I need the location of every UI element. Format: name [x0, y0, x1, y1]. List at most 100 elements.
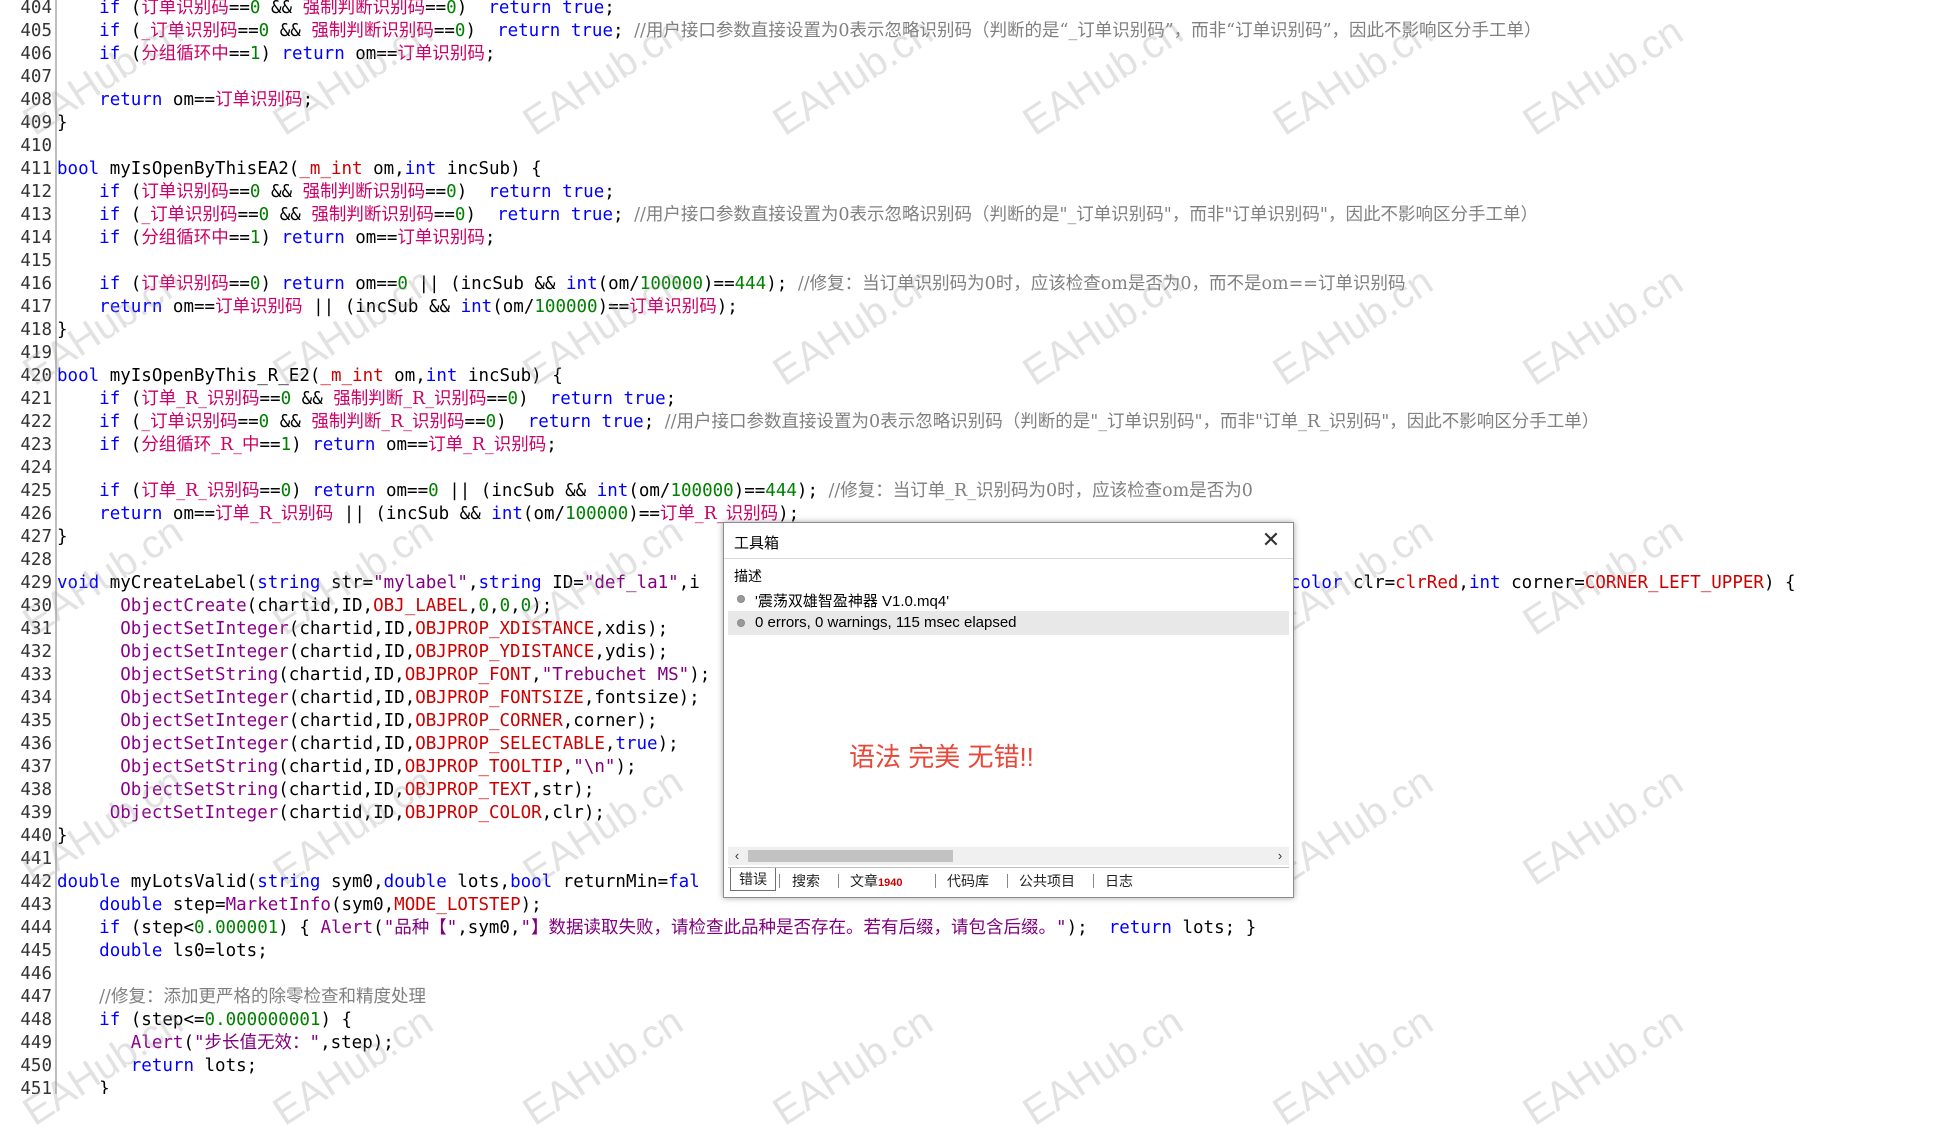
- line-number: 409: [20, 113, 52, 133]
- list-item[interactable]: '震荡双雄智盈神器 V1.0.mq4': [728, 587, 1289, 611]
- toolbox-window[interactable]: 工具箱 ✕ 描述 '震荡双雄智盈神器 V1.0.mq4' 0 errors, 0…: [723, 522, 1294, 898]
- code-token: true: [615, 734, 658, 754]
- tab-journal[interactable]: 日志: [1097, 871, 1141, 891]
- line-number: 436: [20, 734, 52, 754]
- line-number: 404: [20, 0, 52, 18]
- code-line[interactable]: 404 if (订单识别码==0 && 强制判断识别码==0) return t…: [0, 0, 1957, 20]
- code-token: )==: [597, 297, 630, 317]
- tab-divider: [779, 874, 780, 888]
- code-token: ;: [484, 228, 496, 248]
- line-number: 425: [20, 481, 52, 501]
- code-line[interactable]: 448 if (step<=0.000000001) {: [0, 1009, 1957, 1032]
- code-line[interactable]: 449 Alert("步长值无效：",step);: [0, 1032, 1957, 1055]
- code-token: (: [120, 44, 142, 64]
- close-icon[interactable]: ✕: [1259, 528, 1283, 552]
- code-line[interactable]: 408 return om==订单识别码;: [0, 89, 1957, 112]
- tab-codebase[interactable]: 代码库: [939, 871, 997, 891]
- list-item[interactable]: 0 errors, 0 warnings, 115 msec elapsed: [728, 611, 1289, 635]
- tab-public-projects[interactable]: 公共项目: [1011, 871, 1083, 891]
- code-line[interactable]: 407: [0, 66, 1957, 89]
- line-number: 444: [20, 918, 52, 938]
- code-line[interactable]: 410: [0, 135, 1957, 158]
- code-token: );: [615, 757, 637, 777]
- code-token: (chartid,ID,: [288, 619, 416, 639]
- horizontal-scrollbar[interactable]: ‹ ›: [728, 847, 1289, 865]
- code-line[interactable]: 451 }: [0, 1078, 1957, 1094]
- code-token: 分组循环中: [141, 44, 229, 64]
- code-line[interactable]: 420 bool myIsOpenByThis_R_E2(_m_int om,in…: [0, 365, 1957, 388]
- code-line[interactable]: 416 if (订单识别码==0) return om==0 || (incSu…: [0, 273, 1957, 296]
- code-token: return: [99, 90, 163, 110]
- code-line[interactable]: 411 bool myIsOpenByThisEA2(_m_int om,int …: [0, 158, 1957, 181]
- code-line[interactable]: 413 if (_订单识别码==0 && 强制判断识别码==0) return …: [0, 204, 1957, 227]
- line-number: 411: [20, 159, 52, 179]
- code-token: 订单_R_识别码: [141, 389, 260, 409]
- code-text: ObjectSetInteger(chartid,ID,OBJPROP_XDIS…: [57, 618, 668, 641]
- tab-divider: [1007, 874, 1008, 888]
- code-line[interactable]: 445 double ls0=lots;: [0, 940, 1957, 963]
- toolbox-titlebar[interactable]: 工具箱 ✕: [724, 523, 1293, 559]
- code-token: true: [562, 0, 605, 18]
- code-token: (: [120, 21, 142, 41]
- scroll-left-icon[interactable]: ‹: [728, 847, 746, 865]
- code-line[interactable]: 414 if (分组循环中==1) return om==订单识别码;: [0, 227, 1957, 250]
- code-token: }: [57, 826, 68, 846]
- code-token: ==: [228, 182, 250, 202]
- code-line[interactable]: 423 if (分组循环_R_中==1) return om==订单_R_识别码…: [0, 434, 1957, 457]
- compile-result-text: 0 errors, 0 warnings, 115 msec elapsed: [755, 614, 1017, 631]
- code-token: &&: [269, 412, 312, 432]
- line-number: 417: [20, 297, 52, 317]
- line-number: 443: [20, 895, 52, 915]
- scroll-right-icon[interactable]: ›: [1271, 847, 1289, 865]
- fold-margin: [55, 549, 57, 572]
- code-line[interactable]: 405 if (_订单识别码==0 && 强制判断识别码==0) return …: [0, 20, 1957, 43]
- code-line[interactable]: 444 if (step<0.000001) { Alert("品种【",sym…: [0, 917, 1957, 940]
- scrollbar-thumb[interactable]: [748, 850, 953, 862]
- code-line[interactable]: 422 if (_订单识别码==0 && 强制判断_R_识别码==0) retu…: [0, 411, 1957, 434]
- code-line[interactable]: 417 return om==订单识别码 || (incSub && int(o…: [0, 296, 1957, 319]
- description-column-header[interactable]: 描述: [728, 563, 1289, 585]
- line-number: 426: [20, 504, 52, 524]
- code-token: (om/: [628, 481, 671, 501]
- code-token: //用户接口参数直接设置为0表示忽略识别码（判断的是"_订单识别码"，而非"订单…: [664, 412, 1600, 432]
- code-token: (chartid,ID,: [278, 665, 405, 685]
- fold-margin: [55, 342, 57, 365]
- code-line[interactable]: 409}: [0, 112, 1957, 135]
- code-token: //修复：当订单_R_识别码为0时，应该检查om是否为0: [828, 481, 1253, 501]
- code-token: return: [281, 228, 345, 248]
- code-token: ): [465, 21, 498, 41]
- code-token: step=: [162, 895, 226, 915]
- code-line[interactable]: 412 if (订单识别码==0 && 强制判断识别码==0) return t…: [0, 181, 1957, 204]
- line-number: 448: [20, 1010, 52, 1030]
- tab-search[interactable]: 搜索: [784, 871, 828, 891]
- code-text: if (订单_R_识别码==0 && 强制判断_R_识别码==0) return…: [57, 388, 676, 411]
- code-text: }: [57, 526, 68, 549]
- code-line[interactable]: 447 //修复：添加更严格的除零检查和精度处理: [0, 986, 1957, 1009]
- code-text: if (分组循环_R_中==1) return om==订单_R_识别码;: [57, 434, 557, 457]
- code-token: if: [99, 274, 121, 294]
- code-token: "\n": [573, 757, 616, 777]
- tab-articles[interactable]: 文章1940: [842, 871, 910, 891]
- code-text: ObjectSetInteger(chartid,ID,OBJPROP_COLO…: [57, 802, 605, 825]
- code-token: str=: [320, 573, 374, 593]
- tab-errors[interactable]: 错误: [730, 868, 776, 891]
- code-text: }: [57, 319, 68, 342]
- code-token: ObjectCreate: [120, 596, 247, 616]
- code-token: om,: [362, 159, 405, 179]
- code-line[interactable]: 418}: [0, 319, 1957, 342]
- code-line[interactable]: 415: [0, 250, 1957, 273]
- code-line[interactable]: 424: [0, 457, 1957, 480]
- code-line[interactable]: 446: [0, 963, 1957, 986]
- code-line[interactable]: 425 if (订单_R_识别码==0) return om==0 || (in…: [0, 480, 1957, 503]
- code-token: &&: [269, 21, 312, 41]
- code-line[interactable]: 421 if (订单_R_识别码==0 && 强制判断_R_识别码==0) re…: [0, 388, 1957, 411]
- code-token: 0: [520, 596, 532, 616]
- code-line[interactable]: 419: [0, 342, 1957, 365]
- code-text: ObjectSetInteger(chartid,ID,OBJPROP_FONT…: [57, 687, 700, 710]
- code-line[interactable]: 450 return lots;: [0, 1055, 1957, 1078]
- code-token: if: [99, 435, 121, 455]
- code-line[interactable]: 406 if (分组循环中==1) return om==订单识别码;: [0, 43, 1957, 66]
